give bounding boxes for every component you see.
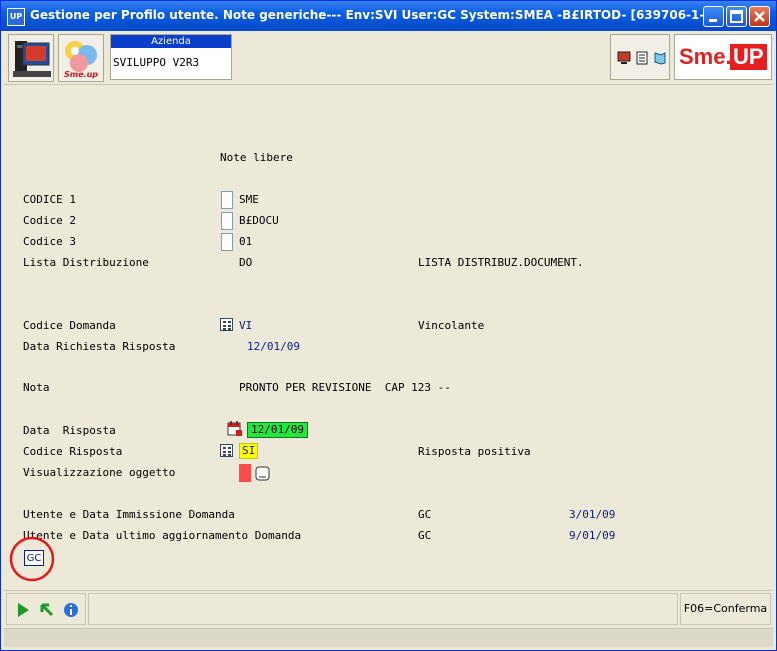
data-risposta-label: Data Risposta: [23, 424, 116, 437]
computer-icon: [13, 41, 51, 77]
azienda-value: SVILUPPO V2R3: [113, 56, 200, 69]
computer-tile[interactable]: [8, 34, 54, 82]
aggiornamento-date: 9/01/09: [569, 529, 616, 542]
data-richiesta-label: Data Richiesta Risposta: [23, 340, 176, 353]
codice3-input-box[interactable]: [221, 233, 233, 251]
gc-user-button[interactable]: GC: [24, 550, 44, 566]
visualizzazione-label: Visualizzazione oggetto: [23, 466, 176, 479]
immissione-date: 3/01/09: [569, 508, 616, 521]
screen-icon[interactable]: [617, 51, 631, 65]
azienda-header: Azienda: [111, 35, 231, 48]
book-icon[interactable]: [653, 51, 667, 65]
codice-risposta-desc: Risposta positiva: [418, 445, 531, 458]
form-heading: Note libere: [220, 151, 293, 164]
lista-desc: LISTA DISTRIBUZ.DOCUMENT.: [418, 256, 584, 269]
lista-label: Lista Distribuzione: [23, 256, 149, 269]
codice2-label: Codice 2: [23, 214, 76, 227]
data-richiesta-value: 12/01/09: [247, 340, 300, 353]
codice2-value: B£DOCU: [239, 214, 279, 227]
logo-text-sme: Sme.: [679, 44, 732, 69]
status-bar: F06=Conferma: [4, 590, 773, 627]
domanda-desc: Vincolante: [418, 319, 485, 332]
lista-code: DO: [239, 256, 253, 269]
status-icons: [6, 593, 86, 625]
minimize-button[interactable]: [703, 6, 724, 27]
immissione-label: Utente e Data Immissione Domanda: [23, 508, 235, 521]
codice3-label: Codice 3: [23, 235, 76, 248]
smeup-brand-logo: Sme. UP: [674, 34, 772, 80]
window-title: Gestione per Profilo utente. Note generi…: [30, 8, 719, 22]
aggiornamento-user: GC: [418, 529, 432, 542]
application-window: UP Gestione per Profilo utente. Note gen…: [0, 0, 777, 651]
form-area: Note libere CODICE 1 SME Codice 2 B£DOCU…: [4, 87, 773, 589]
list-select-icon[interactable]: [220, 318, 233, 331]
immissione-user: GC: [418, 508, 432, 521]
status-message-area: [88, 593, 678, 625]
aggiornamento-label: Utente e Data ultimo aggiornamento Doman…: [23, 529, 302, 542]
codice1-value: SME: [239, 193, 259, 206]
calendar-icon[interactable]: [227, 420, 243, 438]
domanda-label: Codice Domanda: [23, 319, 116, 332]
title-bar[interactable]: UP Gestione per Profilo utente. Note gen…: [1, 1, 776, 31]
close-button[interactable]: [749, 6, 770, 27]
domanda-value[interactable]: VI: [239, 319, 252, 333]
codice-risposta-label: Codice Risposta: [23, 445, 123, 458]
info-icon[interactable]: [63, 602, 79, 618]
toolbar: Sme.up Azienda SVILUPPO V2R3 Sme. UP: [4, 32, 773, 85]
azienda-panel: Azienda SVILUPPO V2R3: [110, 34, 232, 80]
bottom-strip: [4, 628, 773, 647]
play-icon[interactable]: [15, 602, 31, 618]
smeup-tile[interactable]: Sme.up: [58, 34, 104, 82]
codice1-input-box[interactable]: [221, 191, 233, 209]
f06-confirm-button[interactable]: F06=Conferma: [680, 593, 771, 625]
tile-logo-text: Sme.up: [64, 70, 98, 79]
list-select-icon[interactable]: [220, 444, 233, 457]
codice3-value: 01: [239, 235, 253, 248]
object-color-indicator[interactable]: [239, 464, 251, 482]
close-icon: [754, 11, 765, 22]
codice1-label: CODICE 1: [23, 193, 76, 206]
data-risposta-input[interactable]: 12/01/09: [247, 422, 308, 438]
nota-label: Nota: [23, 381, 50, 394]
back-arrow-icon[interactable]: [39, 602, 55, 618]
tool-icons: [610, 34, 670, 80]
minimize-icon: [709, 19, 717, 22]
codice2-input-box[interactable]: [221, 212, 233, 230]
maximize-icon: [730, 10, 743, 23]
document-icon[interactable]: [635, 51, 649, 65]
nota-value: PRONTO PER REVISIONE CAP 123 --: [239, 381, 451, 394]
codice-risposta-input[interactable]: SI: [239, 443, 259, 459]
object-view-icon[interactable]: [255, 466, 271, 482]
app-icon: UP: [7, 8, 25, 26]
maximize-button[interactable]: [726, 6, 747, 27]
logo-text-up: UP: [730, 44, 767, 70]
